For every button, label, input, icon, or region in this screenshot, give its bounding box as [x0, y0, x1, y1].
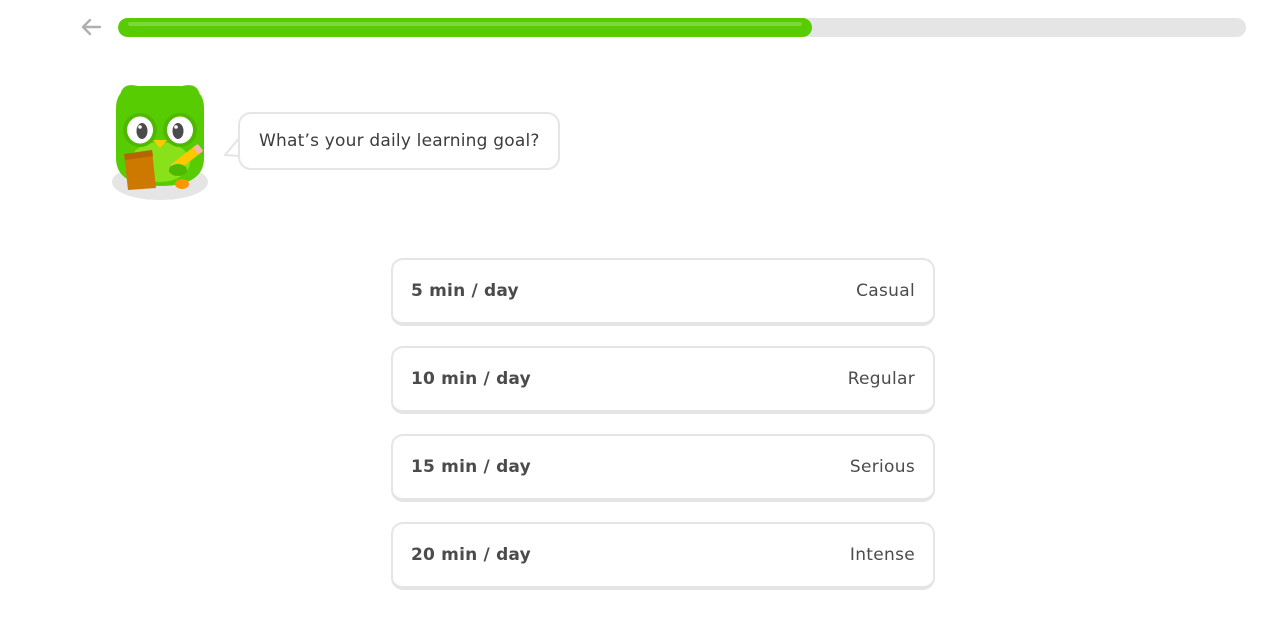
goal-option-10-min[interactable]: 10 min / day Regular: [391, 346, 935, 414]
goal-option-duration: 20 min / day: [411, 545, 531, 565]
arrow-left-icon: [81, 18, 102, 36]
progress-bar-shine: [128, 22, 802, 26]
goal-option-duration: 15 min / day: [411, 457, 531, 477]
top-bar: [0, 0, 1280, 56]
goal-option-level: Intense: [849, 545, 915, 565]
back-button[interactable]: [76, 12, 106, 42]
goal-option-level: Serious: [849, 457, 915, 477]
goal-option-level: Casual: [856, 281, 915, 301]
prompt-text: What’s your daily learning goal?: [259, 131, 540, 151]
progress-bar: [118, 18, 1246, 37]
goal-options-list: 5 min / day Casual 10 min / day Regular …: [391, 258, 935, 610]
goal-option-duration: 5 min / day: [411, 281, 519, 301]
goal-option-15-min[interactable]: 15 min / day Serious: [391, 434, 935, 502]
speech-bubble: What’s your daily learning goal?: [238, 112, 560, 170]
goal-option-level: Regular: [847, 369, 915, 389]
owl-mascot-icon: [112, 85, 208, 200]
goal-option-20-min[interactable]: 20 min / day Intense: [391, 522, 935, 590]
goal-option-5-min[interactable]: 5 min / day Casual: [391, 258, 935, 326]
progress-bar-fill: [118, 18, 812, 37]
goal-option-duration: 10 min / day: [411, 369, 531, 389]
